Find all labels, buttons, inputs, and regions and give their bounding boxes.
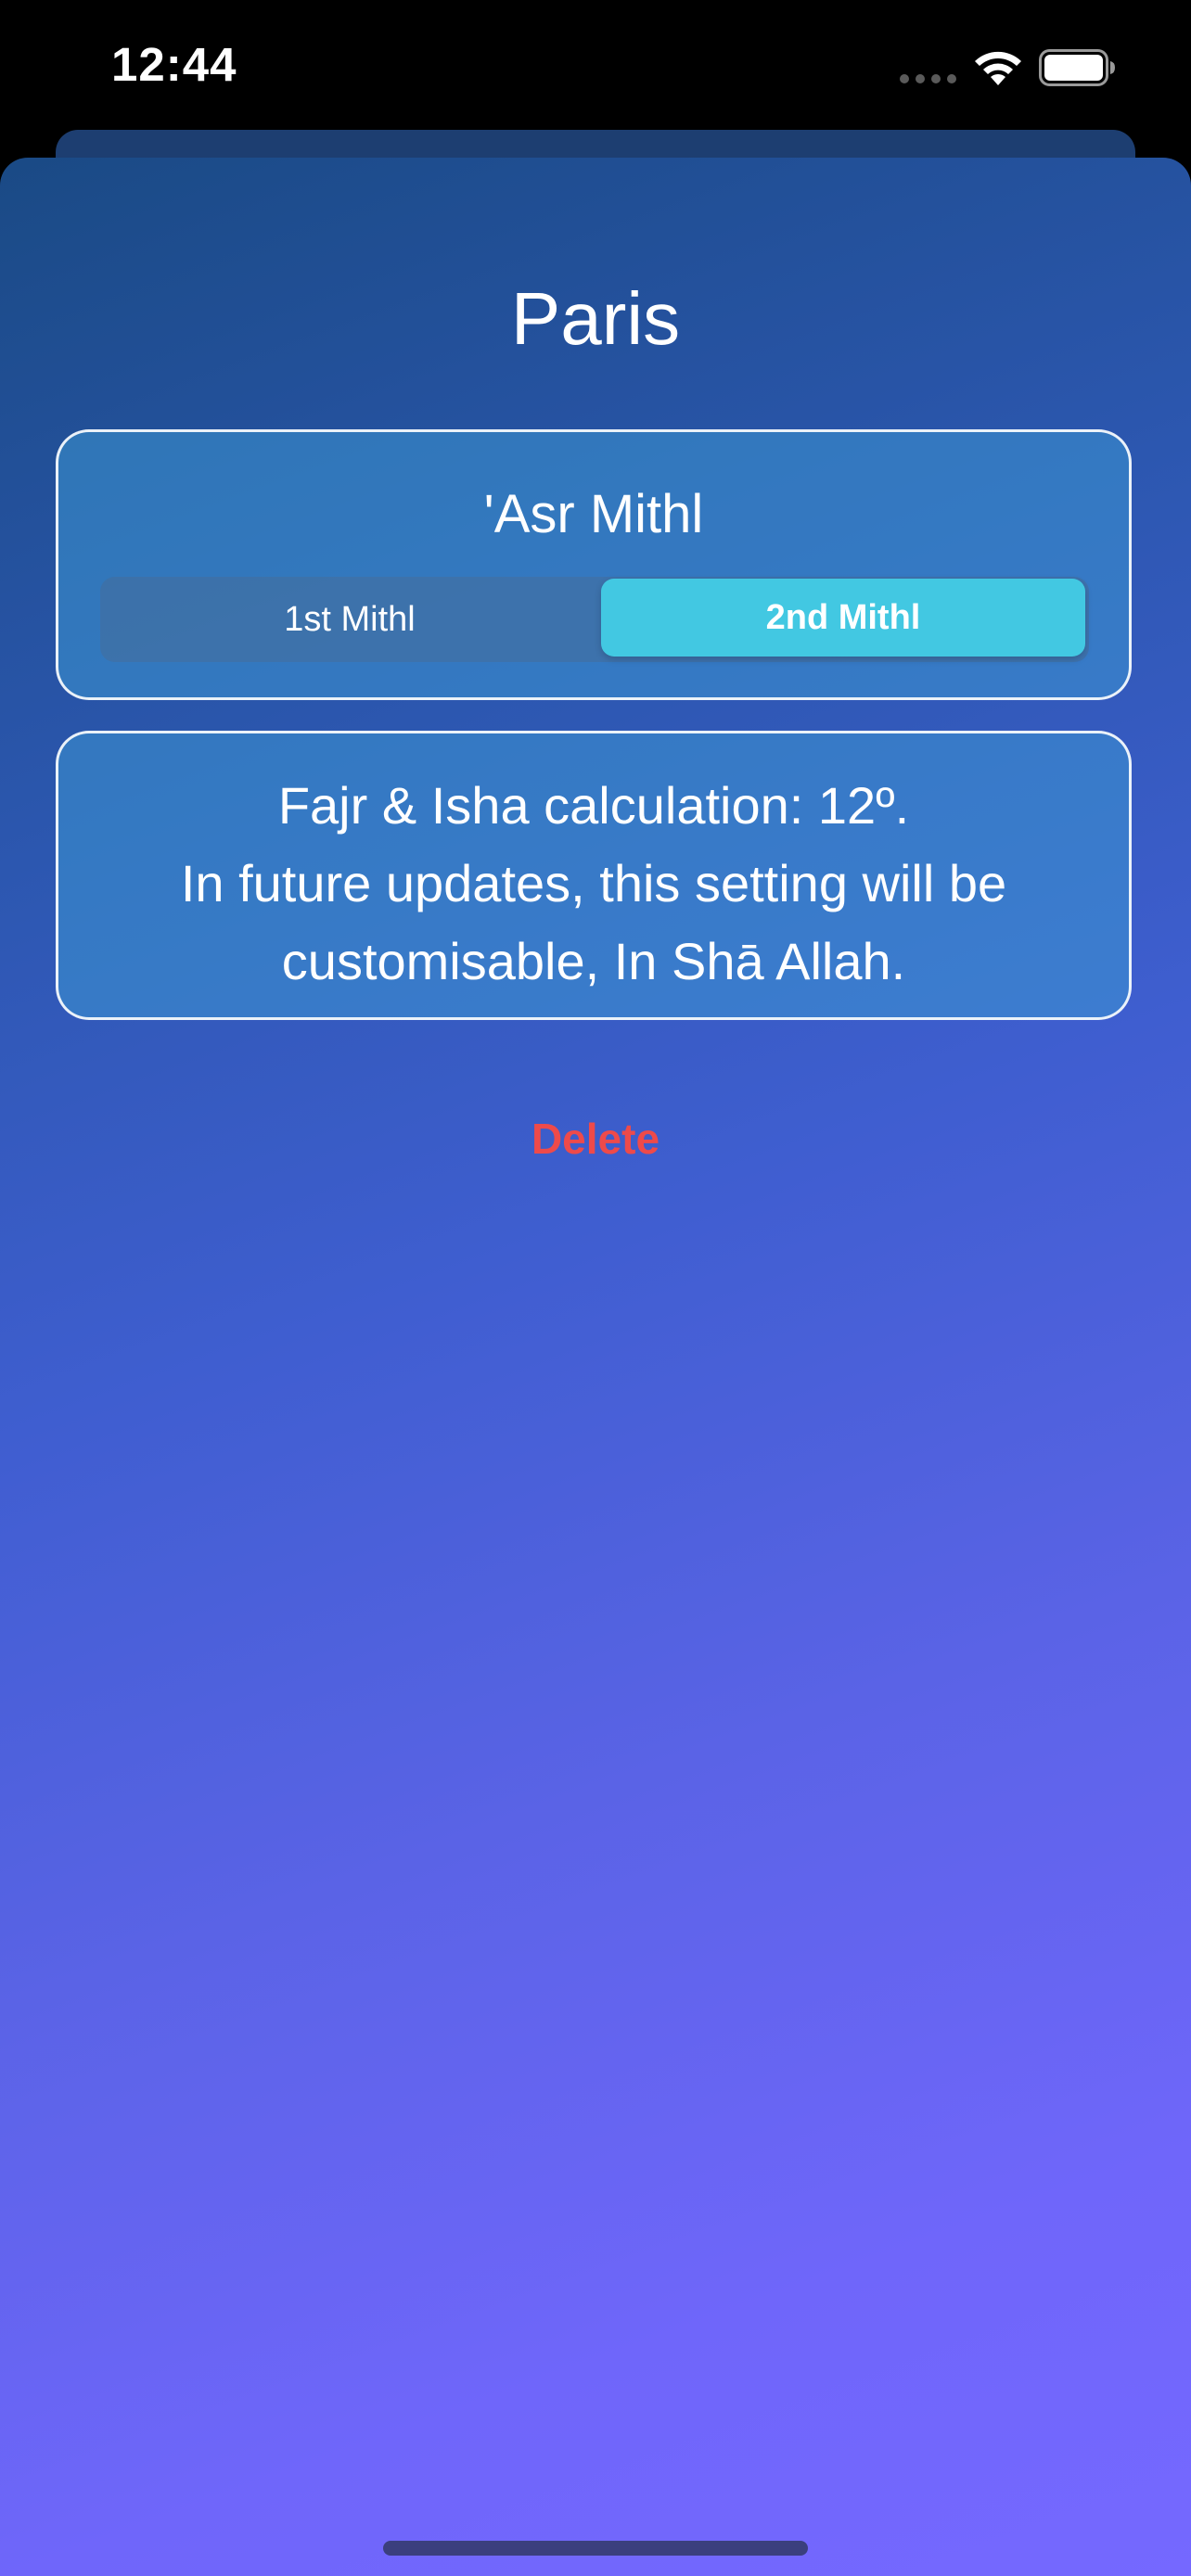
page-title: Paris xyxy=(510,277,681,360)
asr-mithl-card: 'Asr Mithl 1st Mithl 2nd Mithl xyxy=(56,429,1132,700)
calculation-info-card: Fajr & Isha calculation: 12º. In future … xyxy=(56,731,1132,1020)
calculation-info-text: Fajr & Isha calculation: 12º. In future … xyxy=(96,767,1092,1001)
signal-dots-icon xyxy=(900,74,957,83)
home-indicator[interactable] xyxy=(383,2541,808,2556)
app-screen: 12:44 Paris 'Asr Mithl 1st Mithl 2nd Mit… xyxy=(0,0,1191,2576)
wifi-icon xyxy=(975,51,1021,85)
battery-icon xyxy=(1039,49,1115,86)
info-line: In future updates, this setting will be xyxy=(180,854,1007,912)
status-time: 12:44 xyxy=(111,38,237,91)
status-bar: 12:44 xyxy=(0,0,1191,134)
info-line: Fajr & Isha calculation: 12º. xyxy=(277,776,910,835)
info-line: customisable, In Shā Allah. xyxy=(281,932,906,990)
segment-1st-mithl[interactable]: 1st Mithl xyxy=(100,577,599,662)
asr-mithl-title: 'Asr Mithl xyxy=(483,484,704,544)
delete-button[interactable]: Delete xyxy=(410,1102,781,1176)
settings-sheet: Paris 'Asr Mithl 1st Mithl 2nd Mithl Faj… xyxy=(0,158,1191,2576)
asr-mithl-segmented-control: 1st Mithl 2nd Mithl xyxy=(100,577,1089,662)
segment-2nd-mithl[interactable]: 2nd Mithl xyxy=(601,579,1085,657)
